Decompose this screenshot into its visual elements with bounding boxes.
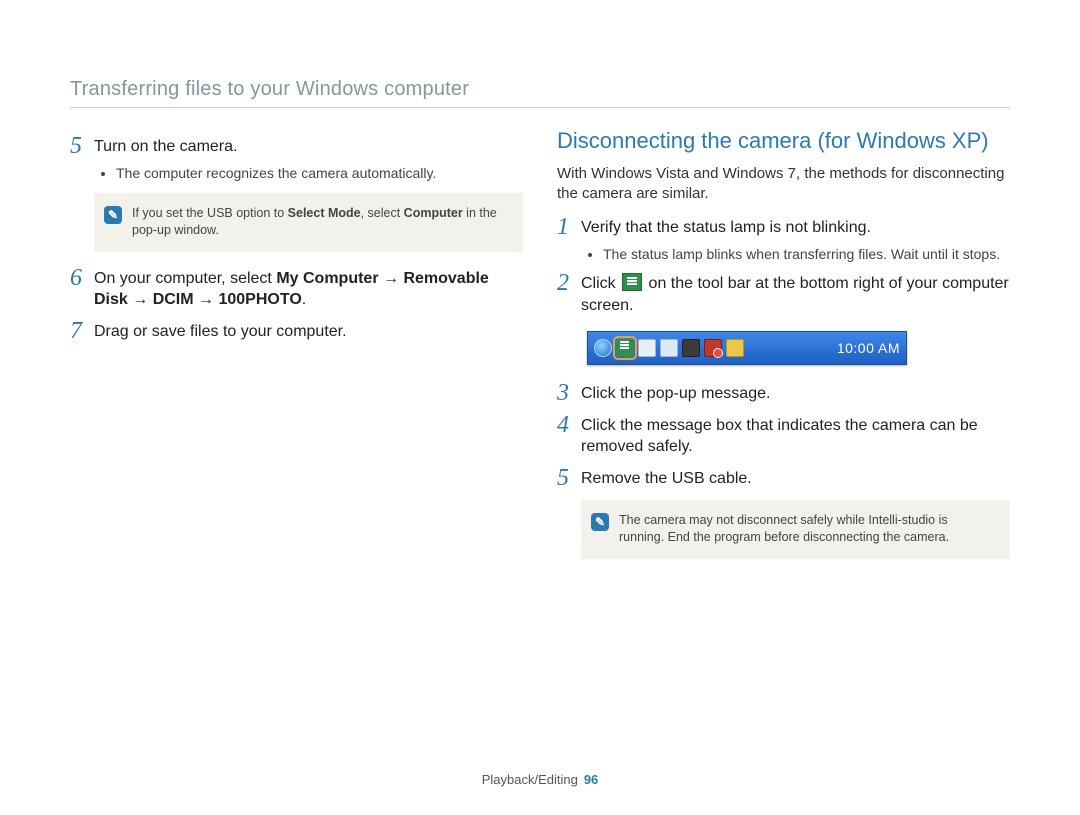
step-6: 6 On your computer, select My Computer →… <box>70 268 523 311</box>
step-text: Verify that the status lamp is not blink… <box>581 217 871 239</box>
step-number: 4 <box>557 413 581 437</box>
taskbar-tray-icon <box>726 339 744 357</box>
step-number: 5 <box>70 134 94 158</box>
note-icon: ✎ <box>591 513 609 531</box>
step-text: Remove the USB cable. <box>581 468 752 490</box>
step-number: 7 <box>70 319 94 343</box>
note-bold: Select Mode <box>288 206 361 220</box>
footer-page-number: 96 <box>584 772 598 787</box>
step-number: 3 <box>557 381 581 405</box>
taskbar-tray-icon <box>660 339 678 357</box>
step-number: 5 <box>557 466 581 490</box>
text-part: . <box>302 291 306 308</box>
page-footer: Playback/Editing 96 <box>0 772 1080 787</box>
path-bold: My Computer <box>276 270 378 287</box>
right-column: Disconnecting the camera (for Windows XP… <box>557 126 1010 575</box>
text-part: on the tool bar at the bottom right of y… <box>581 275 1009 314</box>
note-bold: Computer <box>404 206 463 220</box>
arrow: → <box>379 270 404 287</box>
step-7: 7 Drag or save files to your computer. <box>70 321 523 343</box>
safely-remove-icon <box>622 273 642 291</box>
step-number: 2 <box>557 271 581 295</box>
arrow: → <box>194 291 219 308</box>
taskbar-tray-icon <box>638 339 656 357</box>
taskbar-clock: 10:00 AM <box>837 340 900 356</box>
step-1-bullets: The status lamp blinks when transferring… <box>587 245 1010 264</box>
step-text: Click the pop-up message. <box>581 383 770 405</box>
text-part: Click <box>581 275 620 292</box>
step-text: Click on the tool bar at the bottom righ… <box>581 273 1010 316</box>
note-box: ✎ The camera may not disconnect safely w… <box>581 500 1010 559</box>
step-5-right: 5 Remove the USB cable. <box>557 468 1010 490</box>
step-text: Drag or save files to your computer. <box>94 321 347 343</box>
section-intro: With Windows Vista and Windows 7, the me… <box>557 164 1010 205</box>
step-5-bullets: The computer recognizes the camera autom… <box>100 164 523 183</box>
step-number: 6 <box>70 266 94 290</box>
step-number: 1 <box>557 215 581 239</box>
page-header: Transferring files to your Windows compu… <box>70 78 1010 108</box>
left-column: 5 Turn on the camera. The computer recog… <box>70 126 523 575</box>
list-item: The computer recognizes the camera autom… <box>116 164 523 183</box>
note-icon: ✎ <box>104 206 122 224</box>
taskbar-tray-icon <box>682 339 700 357</box>
note-text: If you set the USB option to Select Mode… <box>132 205 509 240</box>
step-5: 5 Turn on the camera. <box>70 136 523 158</box>
arrow: → <box>128 291 153 308</box>
footer-section: Playback/Editing <box>482 772 578 787</box>
step-3: 3 Click the pop-up message. <box>557 383 1010 405</box>
taskbar-safely-remove-icon <box>616 339 634 357</box>
note-text-part: , select <box>361 206 404 220</box>
step-4: 4 Click the message box that indicates t… <box>557 415 1010 458</box>
note-text-part: If you set the USB option to <box>132 206 288 220</box>
taskbar-screenshot: 10:00 AM <box>587 331 907 365</box>
step-text: On your computer, select My Computer → R… <box>94 268 523 311</box>
note-box: ✎ If you set the USB option to Select Mo… <box>94 193 523 252</box>
step-1: 1 Verify that the status lamp is not bli… <box>557 217 1010 239</box>
taskbar-volume-icon <box>704 339 722 357</box>
text-part: On your computer, select <box>94 270 276 287</box>
step-text: Click the message box that indicates the… <box>581 415 1010 458</box>
note-text: The camera may not disconnect safely whi… <box>619 512 996 547</box>
step-2: 2 Click on the tool bar at the bottom ri… <box>557 273 1010 316</box>
step-text: Turn on the camera. <box>94 136 237 158</box>
path-bold: 100PHOTO <box>218 291 301 308</box>
taskbar-start-icon <box>594 339 612 357</box>
list-item: The status lamp blinks when transferring… <box>603 245 1010 264</box>
section-title: Disconnecting the camera (for Windows XP… <box>557 128 1010 154</box>
path-bold: DCIM <box>153 291 194 308</box>
